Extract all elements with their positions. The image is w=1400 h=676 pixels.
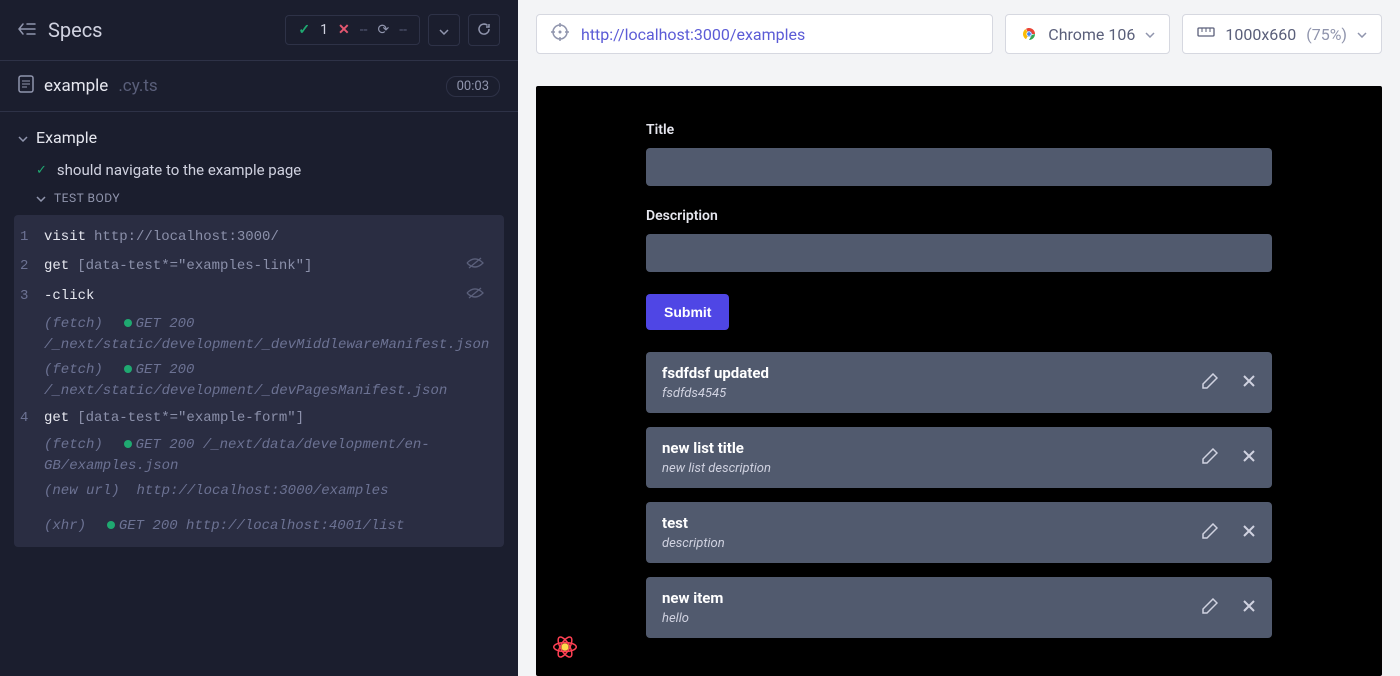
cmd-number: 1 bbox=[20, 227, 44, 248]
check-icon: ✓ bbox=[36, 163, 47, 178]
title-input[interactable] bbox=[646, 148, 1272, 186]
app-viewport: Title Description Submit fsdfdsf updated… bbox=[536, 86, 1382, 676]
command-row[interactable]: 3 -click bbox=[20, 282, 504, 312]
cmd-arg: [data-test*="examples-link"] bbox=[77, 256, 312, 277]
cmd-arg: http://localhost:3000/ bbox=[94, 227, 279, 248]
example-form: Title Description Submit fsdfdsf updated… bbox=[536, 86, 1382, 676]
cmd-name: visit bbox=[44, 227, 86, 248]
chevron-down-icon bbox=[36, 191, 46, 205]
close-icon[interactable] bbox=[1242, 598, 1256, 618]
item-title: new list title bbox=[662, 439, 771, 457]
test-name: should navigate to the example page bbox=[57, 161, 301, 179]
title-label: Title bbox=[646, 122, 1272, 138]
command-log: 1 visit http://localhost:3000/ 2 get [da… bbox=[14, 215, 504, 547]
list-item: fsdfdsf updated fsdfds4545 bbox=[646, 352, 1272, 413]
description-input[interactable] bbox=[646, 234, 1272, 272]
log-line[interactable]: (fetch) GET 200 /_next/data/development/… bbox=[20, 433, 504, 479]
test-row[interactable]: ✓ should navigate to the example page bbox=[0, 155, 518, 185]
edit-icon[interactable] bbox=[1202, 373, 1218, 393]
log-line[interactable]: (fetch) GET 200 /_next/static/developmen… bbox=[20, 358, 504, 404]
spec-file-row[interactable]: example .cy.ts 00:03 bbox=[0, 61, 518, 112]
edit-icon[interactable] bbox=[1202, 523, 1218, 543]
file-icon bbox=[18, 75, 34, 97]
item-description: new list description bbox=[662, 461, 771, 476]
edit-icon[interactable] bbox=[1202, 448, 1218, 468]
chevron-down-icon bbox=[439, 23, 449, 38]
specs-sidebar: Specs ✓ 1 ✕ -- ⟳ -- bbox=[0, 0, 518, 676]
item-title: fsdfdsf updated bbox=[662, 364, 769, 382]
collapse-icon[interactable] bbox=[18, 21, 36, 40]
reload-icon bbox=[477, 22, 491, 39]
reload-button[interactable] bbox=[468, 14, 500, 46]
url-text: http://localhost:3000/examples bbox=[581, 25, 805, 44]
specs-title: Specs bbox=[48, 18, 103, 42]
close-icon[interactable] bbox=[1242, 373, 1256, 393]
status-dot-icon bbox=[124, 440, 132, 448]
url-bar[interactable]: http://localhost:3000/examples bbox=[536, 14, 993, 54]
x-icon: ✕ bbox=[338, 22, 350, 38]
cmd-arg: [data-test*="example-form"] bbox=[77, 408, 304, 429]
status-dot-icon bbox=[124, 365, 132, 373]
cmd-number: 3 bbox=[20, 286, 44, 307]
failed-count: -- bbox=[360, 22, 368, 38]
passed-count: 1 bbox=[320, 22, 328, 38]
edit-icon[interactable] bbox=[1202, 598, 1218, 618]
command-row[interactable]: 2 get [data-test*="examples-link"] bbox=[20, 252, 504, 282]
chevron-down-icon bbox=[18, 131, 28, 145]
close-icon[interactable] bbox=[1242, 448, 1256, 468]
dropdown-button[interactable] bbox=[428, 14, 460, 46]
test-stats: ✓ 1 ✕ -- ⟳ -- bbox=[285, 15, 420, 45]
log-line[interactable]: (fetch) GET 200 /_next/static/developmen… bbox=[20, 312, 504, 358]
list-item: new list title new list description bbox=[646, 427, 1272, 488]
command-row[interactable]: 4 get [data-test*="example-form"] bbox=[20, 404, 504, 433]
body-label: TEST BODY bbox=[54, 191, 120, 205]
close-icon[interactable] bbox=[1242, 523, 1256, 543]
browser-selector[interactable]: Chrome 106 bbox=[1005, 14, 1170, 54]
suite-name: Example bbox=[36, 128, 97, 147]
log-line[interactable]: (new url) http://localhost:3000/examples bbox=[20, 479, 504, 504]
test-tree: Example ✓ should navigate to the example… bbox=[0, 112, 518, 559]
cmd-name: get bbox=[44, 408, 69, 429]
chevron-down-icon bbox=[1357, 27, 1367, 41]
cmd-number: 4 bbox=[20, 408, 44, 429]
chevron-down-icon bbox=[1145, 27, 1155, 41]
status-dot-icon bbox=[107, 521, 115, 529]
preview-panel: http://localhost:3000/examples Chrome 10… bbox=[518, 0, 1400, 676]
item-description: hello bbox=[662, 611, 723, 626]
file-name: example bbox=[44, 76, 108, 96]
eye-off-icon[interactable] bbox=[466, 256, 492, 278]
command-row[interactable]: 1 visit http://localhost:3000/ bbox=[20, 223, 504, 252]
react-query-devtools-icon[interactable] bbox=[550, 632, 580, 662]
cmd-name: get bbox=[44, 256, 69, 277]
pending-count: -- bbox=[399, 22, 407, 38]
browser-name: Chrome 106 bbox=[1048, 25, 1135, 44]
item-description: fsdfds4545 bbox=[662, 386, 769, 401]
viewport-selector[interactable]: 1000x660 (75%) bbox=[1182, 14, 1382, 54]
preview-topbar: http://localhost:3000/examples Chrome 10… bbox=[518, 0, 1400, 68]
list-item: new item hello bbox=[646, 577, 1272, 638]
description-label: Description bbox=[646, 208, 1272, 224]
selector-playground-icon[interactable] bbox=[551, 23, 569, 45]
viewport-scale: (75%) bbox=[1306, 25, 1347, 44]
suite-row[interactable]: Example bbox=[0, 120, 518, 155]
cmd-number: 2 bbox=[20, 256, 44, 277]
duration: 00:03 bbox=[446, 76, 500, 97]
check-icon: ✓ bbox=[298, 22, 310, 38]
item-title: new item bbox=[662, 589, 723, 607]
item-title: test bbox=[662, 514, 725, 532]
log-line[interactable]: (xhr) GET 200 http://localhost:4001/list bbox=[20, 514, 504, 539]
specs-header: Specs ✓ 1 ✕ -- ⟳ -- bbox=[0, 0, 518, 61]
status-dot-icon bbox=[124, 319, 132, 327]
submit-button[interactable]: Submit bbox=[646, 294, 729, 330]
item-description: description bbox=[662, 536, 725, 551]
cmd-name: -click bbox=[44, 286, 94, 307]
ruler-icon bbox=[1197, 24, 1215, 44]
file-ext: .cy.ts bbox=[118, 76, 157, 96]
list-item: test description bbox=[646, 502, 1272, 563]
eye-off-icon[interactable] bbox=[466, 286, 492, 308]
viewport-size: 1000x660 bbox=[1225, 25, 1296, 44]
chrome-icon bbox=[1020, 25, 1038, 43]
test-body-header[interactable]: TEST BODY bbox=[0, 185, 518, 211]
pending-icon: ⟳ bbox=[378, 22, 390, 38]
